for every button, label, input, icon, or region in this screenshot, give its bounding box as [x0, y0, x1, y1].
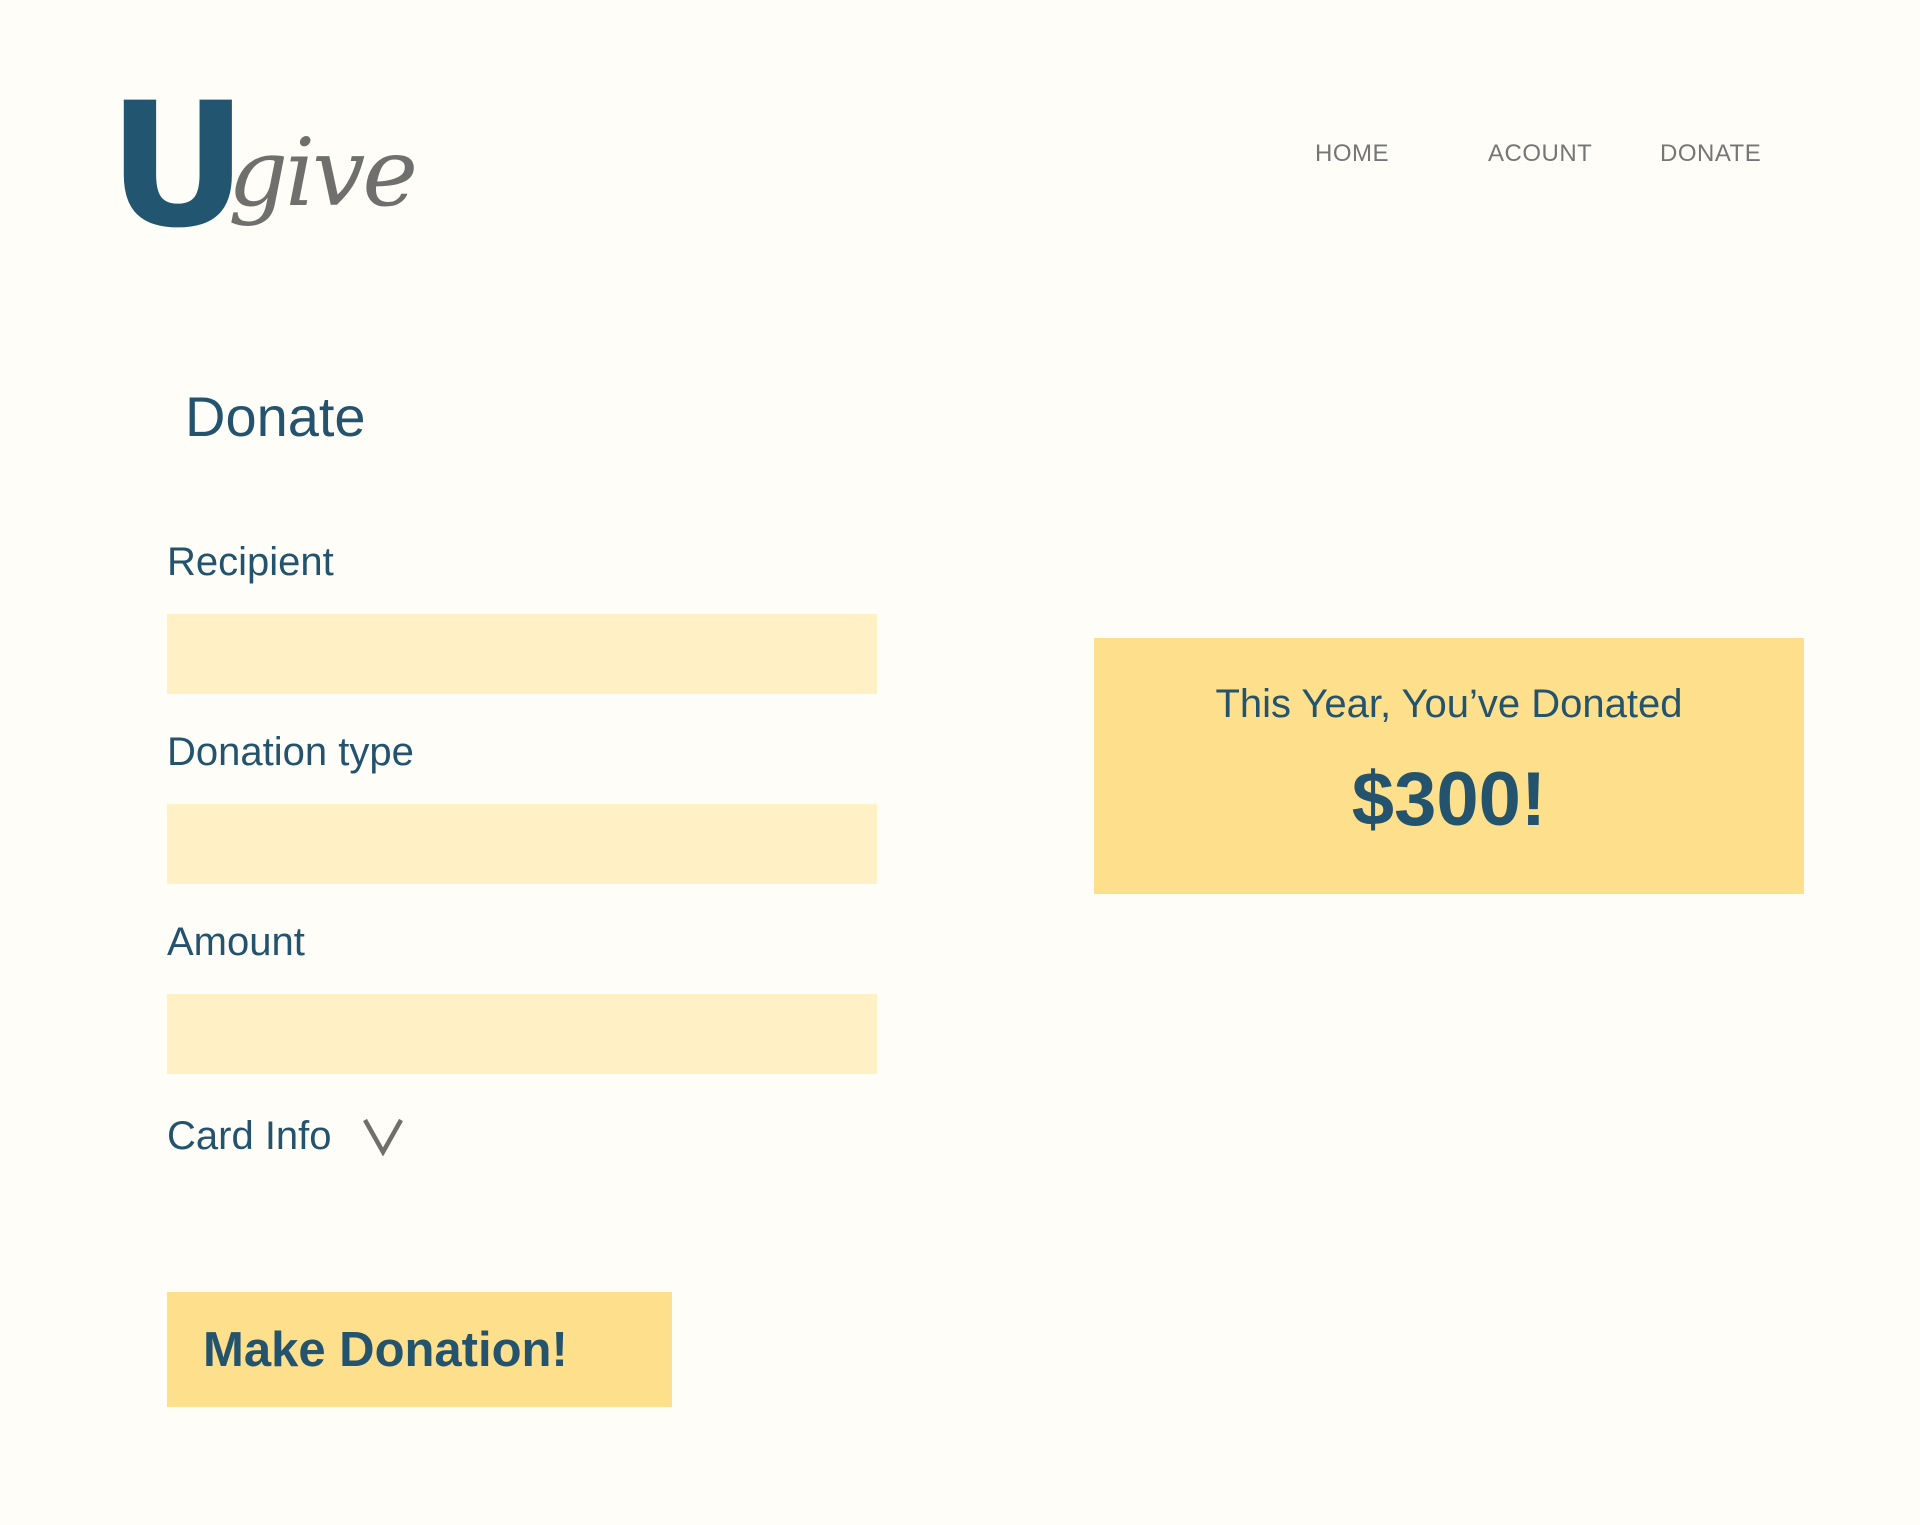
summary-label: This Year, You’ve Donated [1215, 682, 1683, 726]
amount-input[interactable] [167, 994, 877, 1074]
page-title: Donate [185, 385, 366, 448]
recipient-label: Recipient [167, 540, 334, 584]
nav-home-link[interactable]: HOME [1315, 140, 1389, 168]
make-donation-button[interactable]: Make Donation! [167, 1292, 672, 1407]
logo-wordmark-give: give [228, 119, 418, 228]
summary-amount: $300! [1351, 757, 1547, 842]
nav-donate-link[interactable]: DONATE [1660, 140, 1761, 168]
card-info-label: Card Info [167, 1113, 332, 1158]
donation-type-input[interactable] [167, 804, 877, 884]
logo[interactable]: U give [108, 65, 418, 266]
donation-type-label: Donation type [167, 730, 414, 774]
donation-summary-card: This Year, You’ve Donated $300! [1094, 638, 1804, 894]
amount-label: Amount [167, 920, 305, 964]
card-info-toggle[interactable]: Card Info [167, 1110, 404, 1162]
chevron-down-icon[interactable] [362, 1116, 404, 1157]
logo-letter-u: U [108, 65, 248, 266]
nav-account-link[interactable]: ACOUNT [1488, 140, 1592, 168]
recipient-input[interactable] [167, 614, 877, 694]
